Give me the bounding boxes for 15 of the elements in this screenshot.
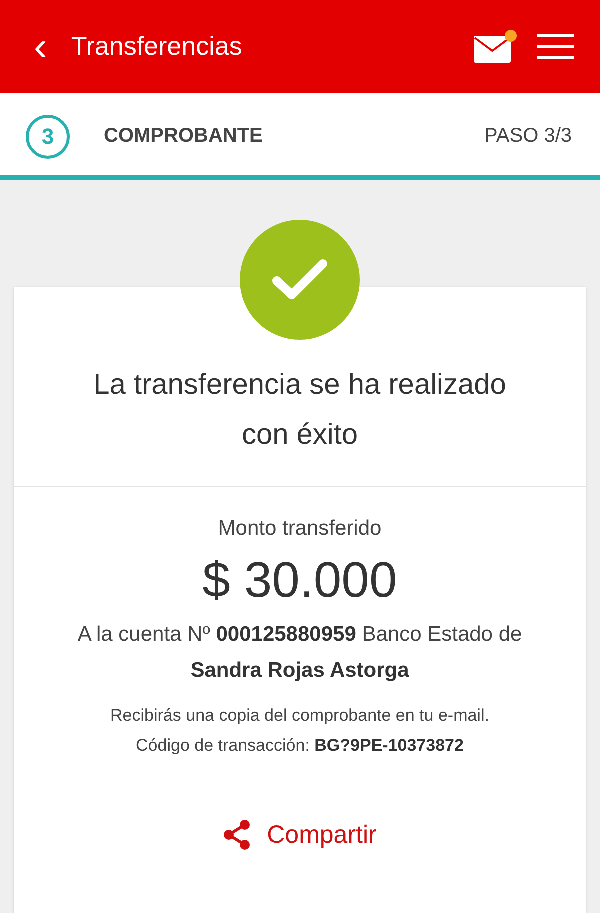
transaction-code: Código de transacción: BG?9PE-10373872 <box>136 735 464 757</box>
step-progress-text: PASO 3/3 <box>484 125 572 148</box>
step-label: COMPROBANTE <box>104 125 264 148</box>
back-button[interactable]: ‹ <box>30 26 52 66</box>
share-icon <box>223 820 252 850</box>
share-button[interactable]: Compartir <box>217 819 383 851</box>
menu-icon[interactable] <box>537 34 574 60</box>
email-notice: Recibirás una copia del comprobante en tu e-mail. <box>110 705 490 727</box>
result-title: La transferencia se ha realizado con éxito <box>92 368 508 453</box>
mail-button[interactable] <box>474 30 517 63</box>
step-number: 3 <box>26 114 70 158</box>
header-title: Transferencias <box>71 31 244 62</box>
account-text: A la cuenta Nº 000125880959 Banco Estado de Sandra Rojas Astorga <box>76 622 524 684</box>
amount-label: Monto transferido <box>218 517 382 541</box>
amount-value: $ 30.000 <box>202 551 398 609</box>
